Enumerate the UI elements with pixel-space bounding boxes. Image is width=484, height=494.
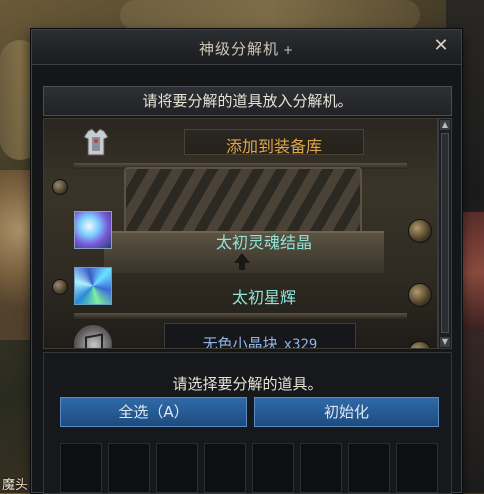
scroll-down-icon[interactable]: ▼ [440, 337, 450, 347]
background-vine [120, 0, 420, 30]
select-prompt: 请选择要分解的道具。 [172, 375, 323, 393]
select-all-button[interactable]: 全选（A） [60, 397, 247, 427]
item-slot[interactable] [156, 443, 198, 493]
machine-bolt [52, 179, 68, 195]
side-gem-icon [408, 341, 432, 348]
instruction-bar: 请将要分解的道具放入分解机。 [43, 86, 452, 116]
scroll-thumb[interactable] [441, 133, 449, 333]
colorless-cube-icon[interactable] [74, 325, 112, 348]
initialize-button[interactable]: 初始化 [254, 397, 439, 427]
item-label-cube: 无色小晶块 x329 [164, 333, 356, 349]
add-to-storage-button[interactable]: 添加到装备库 [194, 133, 354, 157]
title-plus-icon[interactable]: + [283, 43, 294, 57]
side-gem-icon [408, 283, 432, 307]
crystal-icon[interactable] [74, 211, 112, 249]
scrollbar[interactable]: ▲ ▼ [438, 118, 452, 349]
close-button[interactable]: ✕ [431, 36, 451, 56]
item-slot[interactable] [108, 443, 150, 493]
item-slot[interactable] [300, 443, 342, 493]
item-slot[interactable] [60, 443, 102, 493]
item-label-crystal: 太初灵魂结晶 [215, 233, 312, 252]
scroll-up-icon[interactable]: ▲ [440, 120, 450, 130]
select-panel: 请选择要分解的道具。 全选（A） 初始化 [43, 352, 452, 494]
item-slot[interactable] [396, 443, 438, 493]
item-label-star: 太初星辉 [231, 288, 296, 307]
item-slot-grid [60, 443, 440, 493]
window-title-text: 神级分解机 [198, 40, 279, 58]
item-slot[interactable] [204, 443, 246, 493]
machine-rail [74, 313, 407, 319]
item-slot[interactable] [252, 443, 294, 493]
star-shard-icon[interactable] [74, 267, 112, 305]
decompose-machine-panel: 添加到装备库 太初灵魂结晶 太初星辉 无色小晶块 x329 [43, 118, 438, 349]
window-title: 神级分解机 + [32, 38, 461, 59]
background-text: 魔头 [2, 478, 29, 493]
cube-name: 无色小晶块 [202, 335, 278, 349]
window-titlebar[interactable]: 神级分解机 + ✕ [32, 30, 461, 65]
cube-quantity: x329 [283, 337, 318, 349]
arrow-stem [239, 262, 245, 270]
decompose-machine-window: 神级分解机 + ✕ 请将要分解的道具放入分解机。 添加到装备库 太初灵魂结晶 太初… [31, 29, 462, 494]
item-slot[interactable] [348, 443, 390, 493]
armor-icon[interactable] [78, 125, 114, 161]
side-gem-icon [408, 219, 432, 243]
machine-bolt [52, 279, 68, 295]
cube-glyph [85, 333, 103, 348]
